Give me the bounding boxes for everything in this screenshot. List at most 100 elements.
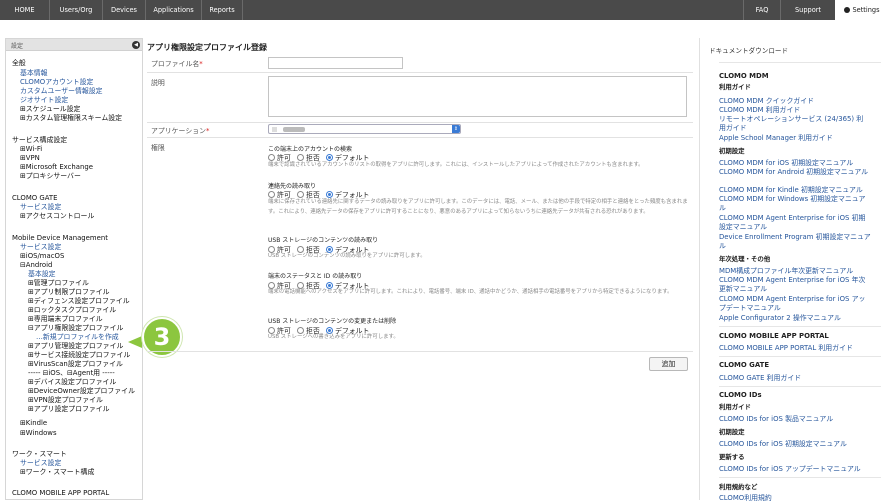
doc-link[interactable]: CLOMO MDM for Android 初期設定マニュアル	[719, 168, 868, 177]
doc-link[interactable]: プデートマニュアル	[719, 304, 781, 313]
sidebar-item-kindle[interactable]: ⊞Kindle	[20, 419, 47, 428]
nav-settings-label: Settings	[852, 6, 880, 14]
sidebar-item-app-restriction-profile[interactable]: ⊞アプリ制限プロファイル	[28, 288, 110, 297]
divider	[147, 137, 693, 138]
doc-link[interactable]: CLOMO MDM 利用ガイド	[719, 106, 800, 115]
sidebar-section-work-smart: ワーク・スマート	[12, 450, 67, 458]
doc-subheading: 利用ガイド	[719, 83, 751, 91]
sidebar-item-custom-user-info[interactable]: カスタムユーザー情報設定	[20, 87, 103, 96]
deny-radio[interactable]	[296, 154, 304, 161]
doc-heading-clomo-gate: CLOMO GATE	[719, 361, 770, 369]
add-button[interactable]: 追加	[649, 357, 688, 371]
sidebar-item-vpn-profile[interactable]: ⊞VPN設定プロファイル	[28, 396, 103, 405]
profile-name-input[interactable]	[268, 57, 403, 69]
allow-radio[interactable]	[268, 154, 275, 161]
nav-home[interactable]: HOME	[0, 0, 50, 20]
permission-description: 端末で認識されているアカウントのリストの取得をアプリに許可します。これには、イン…	[268, 162, 644, 168]
gear-icon	[844, 7, 851, 13]
sidebar-item-windows[interactable]: ⊞Windows	[20, 429, 57, 438]
sidebar-item-app-config-profile[interactable]: ⊞アプリ設定プロファイル	[28, 405, 110, 414]
doc-link[interactable]: CLOMO MDM クイックガイド	[719, 97, 814, 106]
doc-link[interactable]: CLOMO MDM Agent Enterprise for iOS 初期	[719, 214, 865, 223]
divider	[719, 386, 881, 387]
doc-heading-clomo-ids: CLOMO IDs	[719, 391, 762, 399]
doc-link[interactable]: Apple Configurator 2 操作マニュアル	[719, 314, 841, 323]
sidebar-item-access-control[interactable]: ⊞アクセスコントロール	[20, 212, 94, 221]
app-icon	[272, 127, 277, 132]
sidebar-item-mdm-service[interactable]: サービス設定	[20, 243, 61, 252]
permission-radio-group: 許可 拒否 デフォルト	[268, 152, 373, 162]
doc-link[interactable]: CLOMO利用規約	[719, 494, 772, 503]
sidebar-item-geosite[interactable]: ジオサイト設定	[20, 96, 68, 105]
sidebar-item-custom-admin-scheme[interactable]: ⊞カスタム管理権限スキーム設定	[20, 114, 122, 123]
sidebar-item-app-management-profile[interactable]: ⊞アプリ管理設定プロファイル	[28, 342, 123, 351]
profile-name-label: プロファイル名*	[151, 60, 203, 68]
doc-link[interactable]: CLOMO MDM for Windows 初期設定マニュア	[719, 195, 865, 204]
nav-users-org[interactable]: Users/Org	[50, 0, 103, 20]
sidebar-item-dedicated-device-profile[interactable]: ⊞専用端末プロファイル	[28, 315, 103, 324]
doc-heading-clomo-mdm: CLOMO MDM	[719, 72, 769, 80]
nav-applications[interactable]: Applications	[146, 0, 202, 20]
top-navigation-bar: HOME Users/Org Devices Applications Repo…	[0, 0, 889, 20]
application-select[interactable]: ⇕	[268, 124, 461, 134]
default-radio[interactable]	[325, 191, 333, 198]
doc-link[interactable]: ル	[719, 242, 726, 251]
doc-link[interactable]: CLOMO MDM Agent Enterprise for iOS 年次	[719, 276, 865, 285]
doc-link[interactable]: 用ガイド	[719, 124, 747, 133]
sidebar-item-android-basic[interactable]: 基本設定	[28, 270, 56, 279]
sidebar-item-work-smart-service[interactable]: サービス設定	[20, 459, 61, 468]
nav-faq[interactable]: FAQ	[743, 0, 780, 20]
divider	[719, 326, 881, 327]
sidebar-item-proxy[interactable]: ⊞プロキシサーバー	[20, 172, 81, 181]
doc-link[interactable]: リモートオペレーションサービス (24/365) 利	[719, 115, 863, 124]
sidebar-item-lock-task-profile[interactable]: ⊞ロックタスクプロファイル	[28, 306, 116, 315]
allow-radio[interactable]	[268, 191, 275, 198]
doc-link[interactable]: CLOMO MOBILE APP PORTAL 利用ガイド	[719, 344, 853, 353]
sidebar-item-gate-service[interactable]: サービス設定	[20, 203, 61, 212]
doc-link[interactable]: CLOMO MDM Agent Enterprise for iOS アッ	[719, 295, 865, 304]
description-textarea[interactable]	[268, 76, 687, 117]
settings-sidebar: 設定 ◀ 全般 基本情報 CLOMOアカウント設定 カスタムユーザー情報設定 ジ…	[5, 38, 143, 500]
sidebar-item-work-smart-config[interactable]: ⊞ワーク・スマート構成	[20, 468, 94, 477]
doc-link[interactable]: 設定マニュアル	[719, 223, 767, 232]
doc-link[interactable]: ル	[719, 204, 726, 213]
nav-settings[interactable]: Settings	[835, 0, 889, 20]
sidebar-item-basic-info[interactable]: 基本情報	[20, 69, 48, 78]
nav-support[interactable]: Support	[780, 0, 835, 20]
collapse-sidebar-icon[interactable]: ◀	[132, 41, 140, 49]
sidebar-item-defense-profile[interactable]: ⊞ディフェンス設定プロファイル	[28, 297, 130, 306]
sidebar-item-deviceowner-profile[interactable]: ⊞DeviceOwner設定プロファイル	[28, 387, 135, 396]
sidebar-divider-ios-agent: ----- ⊟iOS、⊟Agent用 -----	[28, 369, 115, 377]
sidebar-item-virusscan-profile[interactable]: ⊞VirusScan設定プロファイル	[28, 360, 123, 369]
sidebar-item-ios-macos[interactable]: ⊞iOS/macOS	[20, 252, 64, 261]
sidebar-item-management-profile[interactable]: ⊞管理プロファイル	[28, 279, 89, 288]
doc-link[interactable]: CLOMO MDM for iOS 初期設定マニュアル	[719, 159, 853, 168]
sidebar-item-wifi[interactable]: ⊞Wi-Fi	[20, 145, 42, 154]
doc-link[interactable]: MDM構成プロファイル年次更新マニュアル	[719, 267, 853, 276]
sidebar-item-clomo-account[interactable]: CLOMOアカウント設定	[20, 78, 93, 87]
nav-devices[interactable]: Devices	[103, 0, 146, 20]
doc-link[interactable]: CLOMO MDM for Kindle 初期設定マニュアル	[719, 186, 863, 195]
doc-link[interactable]: CLOMO IDs for iOS 初期設定マニュアル	[719, 440, 847, 449]
doc-link[interactable]: CLOMO IDs for iOS アップデートマニュアル	[719, 465, 861, 474]
sidebar-item-service-connection-profile[interactable]: ⊞サービス接続設定プロファイル	[28, 351, 130, 360]
doc-link[interactable]: CLOMO GATE 利用ガイド	[719, 374, 801, 383]
nav-reports[interactable]: Reports	[202, 0, 243, 20]
permission-radio-group: 許可 拒否 デフォルト	[268, 244, 373, 254]
sidebar-item-app-permission-profile[interactable]: ⊟アプリ権限設定プロファイル	[28, 324, 123, 333]
sidebar-item-exchange[interactable]: ⊞Microsoft Exchange	[20, 163, 93, 172]
sidebar-item-vpn[interactable]: ⊞VPN	[20, 154, 40, 163]
sidebar-item-create-new-profile[interactable]: …新規プロファイルを作成	[36, 333, 119, 342]
sidebar-item-device-profile[interactable]: ⊞デバイス設定プロファイル	[28, 378, 116, 387]
doc-link[interactable]: 更新マニュアル	[719, 285, 767, 294]
doc-link[interactable]: Device Enrollment Program 初期設定マニュア	[719, 233, 871, 242]
deny-radio[interactable]	[296, 191, 304, 198]
doc-heading-app-portal: CLOMO MOBILE APP PORTAL	[719, 332, 829, 340]
divider	[147, 351, 693, 352]
default-radio[interactable]	[325, 154, 333, 161]
doc-subheading: 更新する	[719, 453, 745, 461]
sidebar-item-schedule[interactable]: ⊞スケジュール設定	[20, 105, 80, 114]
doc-link[interactable]: CLOMO IDs for iOS 製品マニュアル	[719, 415, 833, 424]
sidebar-item-android[interactable]: ⊟Android	[20, 261, 52, 270]
doc-link[interactable]: Apple School Manager 利用ガイド	[719, 134, 833, 143]
